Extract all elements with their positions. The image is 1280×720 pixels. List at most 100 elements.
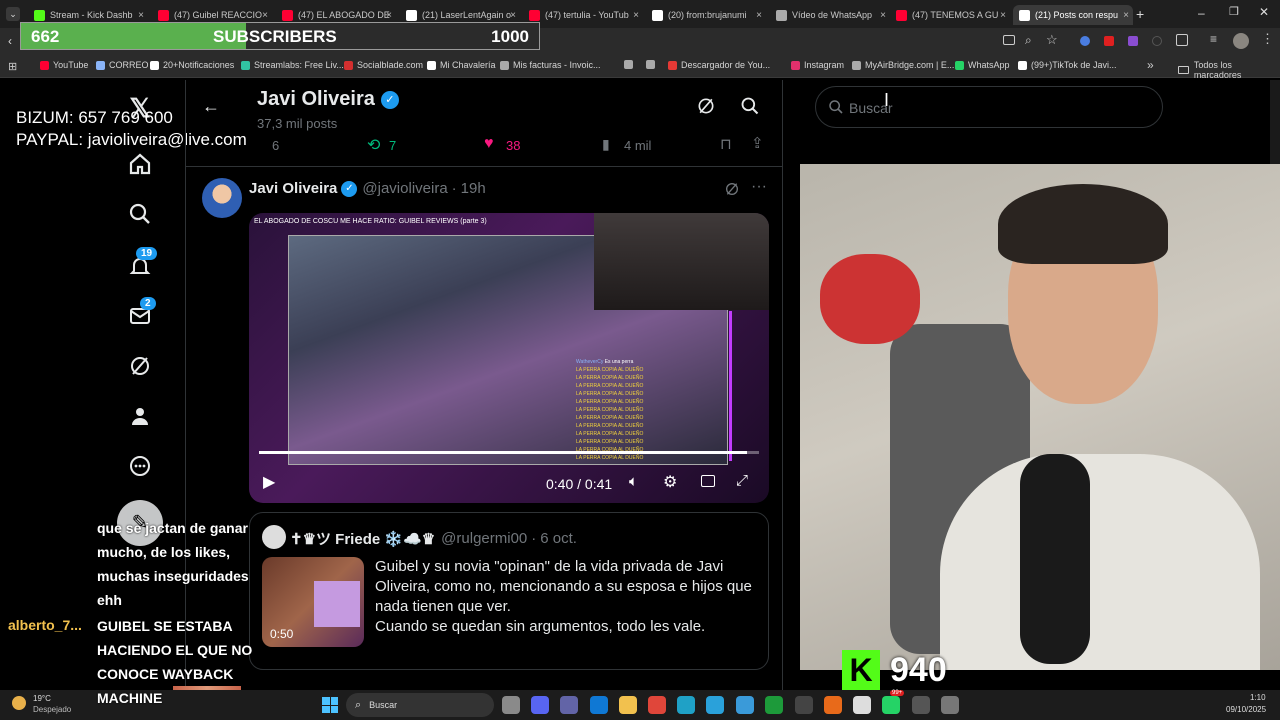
- extensions-puzzle-icon[interactable]: [1176, 34, 1188, 46]
- tab-close-icon[interactable]: ×: [756, 10, 762, 21]
- more-icon[interactable]: [126, 452, 154, 480]
- bookmark-item[interactable]: YouTube: [40, 60, 88, 70]
- quoted-handle[interactable]: @rulgermi00: [441, 530, 527, 547]
- app-icon[interactable]: [912, 696, 930, 714]
- start-icon[interactable]: [322, 697, 338, 713]
- browser-tab[interactable]: Vídeo de WhatsApp ×: [770, 5, 890, 25]
- quoted-date[interactable]: 6 oct.: [540, 530, 577, 547]
- chrome-icon[interactable]: [648, 696, 666, 714]
- minimize-button[interactable]: –: [1198, 6, 1205, 20]
- play-icon[interactable]: ▶: [263, 472, 275, 492]
- maximize-button[interactable]: ❐: [1229, 5, 1239, 18]
- volume-icon[interactable]: 🔈︎: [629, 473, 638, 490]
- zoom-icon[interactable]: ⌕: [1025, 33, 1032, 48]
- bookmark-item[interactable]: [624, 60, 637, 69]
- bookmark-item[interactable]: Instagram: [791, 60, 844, 70]
- profile-icon[interactable]: [126, 402, 154, 430]
- bookmarks-overflow[interactable]: »: [1147, 58, 1154, 72]
- edge-icon[interactable]: [677, 696, 695, 714]
- reply-count[interactable]: 6: [272, 138, 279, 153]
- obs-icon[interactable]: [795, 696, 813, 714]
- quoted-thumbnail[interactable]: 0:50: [262, 557, 364, 647]
- back-arrow-icon[interactable]: ←: [202, 96, 220, 117]
- grok-post-icon[interactable]: [724, 181, 740, 202]
- tab-close-icon[interactable]: ×: [1000, 10, 1006, 21]
- taskbar-search[interactable]: ⌕ Buscar: [346, 693, 494, 717]
- bookmark-item[interactable]: [646, 60, 659, 69]
- new-tab-button[interactable]: +: [1136, 6, 1144, 22]
- bookmark-item[interactable]: Socialblade.com: [344, 60, 423, 70]
- scrollbar[interactable]: [1270, 80, 1280, 164]
- star-icon[interactable]: ☆: [1046, 32, 1058, 48]
- bookmark-item[interactable]: CORREO: [96, 60, 149, 70]
- tweet-time[interactable]: 19h: [461, 180, 486, 197]
- grok-icon[interactable]: [126, 352, 154, 380]
- quoted-author[interactable]: ✝︎♛ツ Friede ❄️☁️♛: [290, 528, 435, 549]
- whatsapp-icon[interactable]: [882, 696, 900, 714]
- author-avatar[interactable]: [202, 178, 242, 218]
- search-box[interactable]: Buscar: [815, 86, 1163, 128]
- tweet-author[interactable]: Javi Oliveira: [249, 180, 337, 197]
- app-icon[interactable]: [824, 696, 842, 714]
- tweet-handle[interactable]: @javioliveira: [362, 180, 447, 197]
- search-icon[interactable]: [126, 200, 154, 228]
- kebab-menu-icon[interactable]: ⋮: [1261, 31, 1274, 47]
- bookmark-item[interactable]: 20+Notificaciones: [150, 60, 234, 70]
- bookmark-item[interactable]: WhatsApp: [955, 60, 1010, 70]
- close-window-button[interactable]: ✕: [1259, 5, 1269, 19]
- files-icon[interactable]: [502, 696, 520, 714]
- browser-tab[interactable]: (47) tertulia - YouTub ×: [523, 5, 643, 25]
- header-search-icon[interactable]: [740, 96, 760, 121]
- video-player[interactable]: EL ABOGADO DE COSCU ME HACE RATIO: GUIBE…: [249, 213, 769, 503]
- bookmark-item[interactable]: Mis facturas - Invoic...: [500, 60, 601, 70]
- share-icon[interactable]: ⇪: [751, 134, 764, 152]
- grok-header-icon[interactable]: [696, 96, 716, 121]
- profile-avatar[interactable]: [1233, 33, 1249, 49]
- post-more-icon[interactable]: ···: [751, 178, 767, 196]
- bookmark-item[interactable]: (99+)TikTok de Javi...: [1018, 60, 1116, 70]
- home-icon[interactable]: [126, 150, 154, 178]
- weather-icon[interactable]: [12, 696, 26, 710]
- browser-tab[interactable]: (21) Posts con respu ×: [1013, 5, 1133, 25]
- back-icon[interactable]: ‹: [8, 34, 12, 48]
- cast-icon[interactable]: [1003, 35, 1015, 45]
- network-icon[interactable]: [736, 696, 754, 714]
- quoted-post[interactable]: ✝︎♛ツ Friede ❄️☁️♛ @rulgermi00 · 6 oct. 0…: [249, 512, 769, 670]
- tab-close-icon[interactable]: ×: [510, 10, 516, 21]
- bookmark-item[interactable]: Descargador de You...: [668, 60, 770, 70]
- bookmark-item[interactable]: MyAirBridge.com | E...: [852, 60, 954, 70]
- explorer-icon[interactable]: [619, 696, 637, 714]
- extension-icon[interactable]: [1128, 36, 1138, 46]
- bookmark-item[interactable]: Mi Chavalería: [427, 60, 496, 70]
- views-icon[interactable]: ▮: [602, 136, 610, 153]
- fullscreen-icon[interactable]: ⤢: [736, 472, 748, 489]
- extension-icon[interactable]: [1080, 36, 1090, 46]
- bookmarks-folder[interactable]: Todos los marcadores: [1178, 60, 1280, 80]
- teams-icon[interactable]: [560, 696, 578, 714]
- extension-icon[interactable]: [1104, 36, 1114, 46]
- bookmark-item[interactable]: Streamlabs: Free Liv...: [241, 60, 344, 70]
- pip-icon[interactable]: [701, 475, 715, 487]
- browser-tab[interactable]: (47) TENEMOS A GU ×: [890, 5, 1010, 25]
- chrome-icon[interactable]: [853, 696, 871, 714]
- repost-icon[interactable]: ⟲: [367, 135, 380, 155]
- tab-close-icon[interactable]: ×: [386, 10, 392, 21]
- settings-gear-icon[interactable]: ⚙︎: [663, 472, 677, 492]
- tab-close-icon[interactable]: ×: [262, 10, 268, 21]
- tab-close-icon[interactable]: ×: [880, 10, 886, 21]
- outlook-icon[interactable]: [590, 696, 608, 714]
- browser-tab[interactable]: (20) from:brujanumi ×: [646, 5, 766, 25]
- extension-icon[interactable]: [1152, 36, 1162, 46]
- app-icon[interactable]: [941, 696, 959, 714]
- like-icon[interactable]: ♥: [484, 135, 494, 153]
- reading-list-icon[interactable]: ≡: [1210, 32, 1217, 46]
- tab-search-icon[interactable]: ⌄: [6, 7, 20, 21]
- apps-grid-icon[interactable]: ⊞: [8, 60, 17, 73]
- app-icon[interactable]: [765, 696, 783, 714]
- discord-icon[interactable]: [531, 696, 549, 714]
- tab-close-icon[interactable]: ×: [633, 10, 639, 21]
- bookmark-icon[interactable]: ⊓: [720, 135, 732, 153]
- tab-close-icon[interactable]: ×: [1123, 10, 1129, 21]
- telegram-icon[interactable]: [706, 696, 724, 714]
- tab-close-icon[interactable]: ×: [138, 10, 144, 21]
